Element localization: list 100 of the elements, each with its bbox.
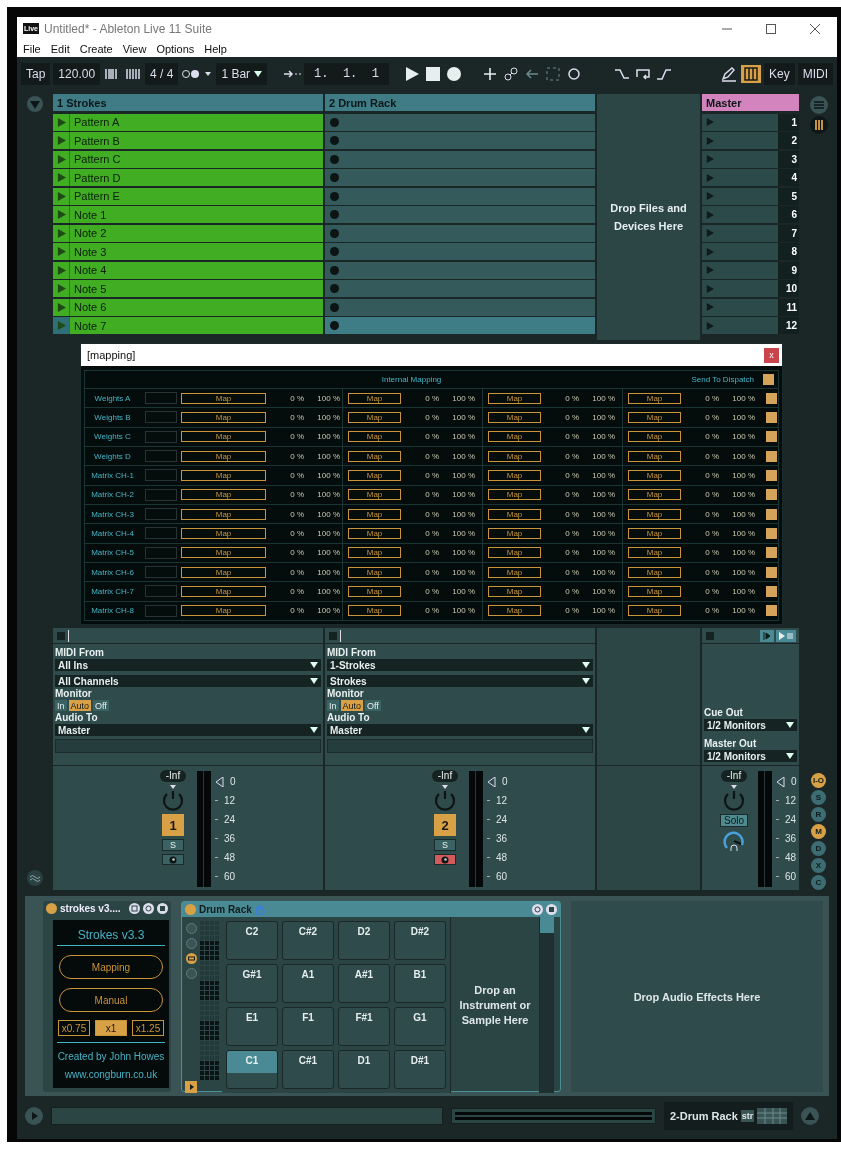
pencil-icon[interactable] bbox=[719, 66, 738, 82]
min-value[interactable]: 0 % bbox=[541, 432, 579, 442]
map-button[interactable]: Map bbox=[488, 469, 541, 481]
arm-button[interactable] bbox=[434, 854, 456, 865]
clip-slot[interactable] bbox=[325, 187, 595, 205]
clip[interactable]: Note 3 bbox=[53, 243, 323, 260]
section-toggle[interactable]: I-O bbox=[811, 773, 826, 788]
map-button[interactable]: Map bbox=[181, 566, 266, 578]
clip-slot[interactable] bbox=[325, 298, 595, 316]
menu-item[interactable]: Edit bbox=[50, 42, 70, 55]
menu-item[interactable]: Create bbox=[79, 42, 113, 55]
max-value[interactable]: 100 % bbox=[439, 586, 475, 596]
drum-pad[interactable]: D#2 bbox=[394, 921, 446, 960]
volume-marker-icon[interactable] bbox=[215, 776, 224, 787]
scene-launch-icon[interactable] bbox=[706, 192, 714, 200]
drum-pad[interactable]: D#1 bbox=[394, 1050, 446, 1089]
input-dropdown[interactable]: 1-Strokes bbox=[327, 659, 593, 671]
track-activator-button[interactable]: 2 bbox=[434, 814, 456, 836]
pan-knob[interactable] bbox=[433, 785, 457, 811]
max-value[interactable]: 100 % bbox=[579, 528, 615, 538]
clip[interactable]: Pattern B bbox=[53, 132, 323, 149]
max-value[interactable]: 100 % bbox=[439, 528, 475, 538]
map-button[interactable]: Map bbox=[628, 412, 681, 423]
row-checkbox[interactable] bbox=[765, 431, 777, 443]
min-value[interactable]: 0 % bbox=[266, 509, 304, 519]
min-value[interactable]: 0 % bbox=[266, 490, 304, 500]
grid-icon[interactable] bbox=[757, 1108, 788, 1124]
mixer-icon[interactable] bbox=[809, 116, 828, 134]
max-value[interactable]: 100 % bbox=[304, 606, 340, 616]
monitor-button[interactable]: Auto bbox=[340, 700, 364, 711]
stop-icon[interactable] bbox=[423, 66, 442, 82]
value-field[interactable] bbox=[145, 392, 177, 405]
map-button[interactable]: Map bbox=[348, 585, 401, 597]
clip[interactable]: Pattern A bbox=[53, 113, 323, 131]
row-checkbox[interactable] bbox=[765, 527, 777, 539]
clip-slot[interactable] bbox=[325, 169, 595, 186]
drum-pad[interactable]: G#1 bbox=[226, 964, 278, 1003]
input-dropdown[interactable]: All Ins bbox=[55, 659, 321, 671]
menu-item[interactable]: File bbox=[23, 42, 41, 55]
row-checkbox[interactable] bbox=[765, 508, 777, 520]
output-channel-field[interactable] bbox=[55, 739, 321, 753]
speed-button[interactable]: x0.75 bbox=[58, 1020, 90, 1036]
link-icon[interactable] bbox=[501, 66, 520, 82]
map-button[interactable]: Map bbox=[181, 431, 266, 443]
row-checkbox[interactable] bbox=[765, 585, 777, 597]
drum-pad[interactable]: C2 bbox=[226, 921, 278, 960]
max-value[interactable]: 100 % bbox=[579, 567, 615, 577]
map-button[interactable]: Map bbox=[488, 450, 541, 462]
min-value[interactable]: 0 % bbox=[541, 606, 579, 616]
map-button[interactable]: Map bbox=[488, 566, 541, 578]
map-button[interactable]: Map bbox=[488, 412, 541, 423]
map-button[interactable]: Map bbox=[181, 547, 266, 559]
menu-item[interactable]: View bbox=[122, 42, 147, 55]
editor-icon[interactable] bbox=[129, 903, 140, 914]
min-value[interactable]: 0 % bbox=[681, 548, 719, 558]
scene-launch-icon[interactable] bbox=[706, 136, 714, 145]
map-button[interactable]: Map bbox=[181, 605, 266, 617]
map-button[interactable]: Map bbox=[181, 585, 266, 597]
max-value[interactable]: 100 % bbox=[719, 470, 755, 480]
max-value[interactable]: 100 % bbox=[579, 451, 615, 461]
automation-icon[interactable] bbox=[612, 66, 631, 82]
min-value[interactable]: 0 % bbox=[681, 470, 719, 480]
drop-zone[interactable]: Drop Files and Devices Here bbox=[597, 94, 700, 340]
website-link[interactable]: www.congburn.co.uk bbox=[64, 1066, 158, 1084]
row-checkbox[interactable] bbox=[765, 566, 777, 578]
max-value[interactable]: 100 % bbox=[439, 413, 475, 422]
output-channel-field[interactable] bbox=[327, 739, 593, 753]
max-value[interactable]: 100 % bbox=[579, 432, 615, 442]
clip-slot[interactable] bbox=[325, 261, 595, 279]
track-header[interactable]: Master bbox=[702, 94, 799, 111]
clip[interactable]: Pattern D bbox=[53, 169, 323, 186]
map-button[interactable]: Map bbox=[488, 547, 541, 559]
expand-icon[interactable] bbox=[801, 1107, 820, 1125]
max-value[interactable]: 100 % bbox=[579, 509, 615, 519]
map-button[interactable]: Map bbox=[628, 392, 681, 404]
clip-slot[interactable] bbox=[325, 132, 595, 149]
map-button[interactable]: Map bbox=[348, 508, 401, 520]
clip[interactable]: Note 2 bbox=[53, 224, 323, 242]
clip-slot[interactable] bbox=[325, 243, 595, 260]
scene-launch-icon[interactable] bbox=[706, 229, 714, 237]
max-value[interactable]: 100 % bbox=[304, 586, 340, 596]
row-checkbox[interactable] bbox=[765, 547, 777, 559]
max-value[interactable]: 100 % bbox=[719, 528, 755, 538]
min-value[interactable]: 0 % bbox=[401, 548, 439, 558]
clip-slot[interactable] bbox=[325, 150, 595, 168]
scene-launch-icon[interactable] bbox=[706, 155, 714, 163]
map-button[interactable]: Map bbox=[628, 527, 681, 539]
max-value[interactable]: 100 % bbox=[579, 413, 615, 422]
device-tag[interactable]: str bbox=[740, 1110, 755, 1122]
map-button[interactable]: Map bbox=[628, 547, 681, 559]
row-checkbox[interactable] bbox=[765, 489, 777, 501]
max-value[interactable]: 100 % bbox=[439, 393, 475, 403]
max-value[interactable]: 100 % bbox=[719, 393, 755, 403]
min-value[interactable]: 0 % bbox=[541, 586, 579, 596]
volume-readout[interactable]: -Inf bbox=[159, 770, 187, 782]
max-value[interactable]: 100 % bbox=[304, 470, 340, 480]
min-value[interactable]: 0 % bbox=[541, 413, 579, 422]
quantize-dropdown[interactable]: 1 Bar bbox=[216, 63, 268, 85]
map-button[interactable]: Map bbox=[348, 412, 401, 423]
scene-launch-icon[interactable] bbox=[706, 284, 714, 293]
